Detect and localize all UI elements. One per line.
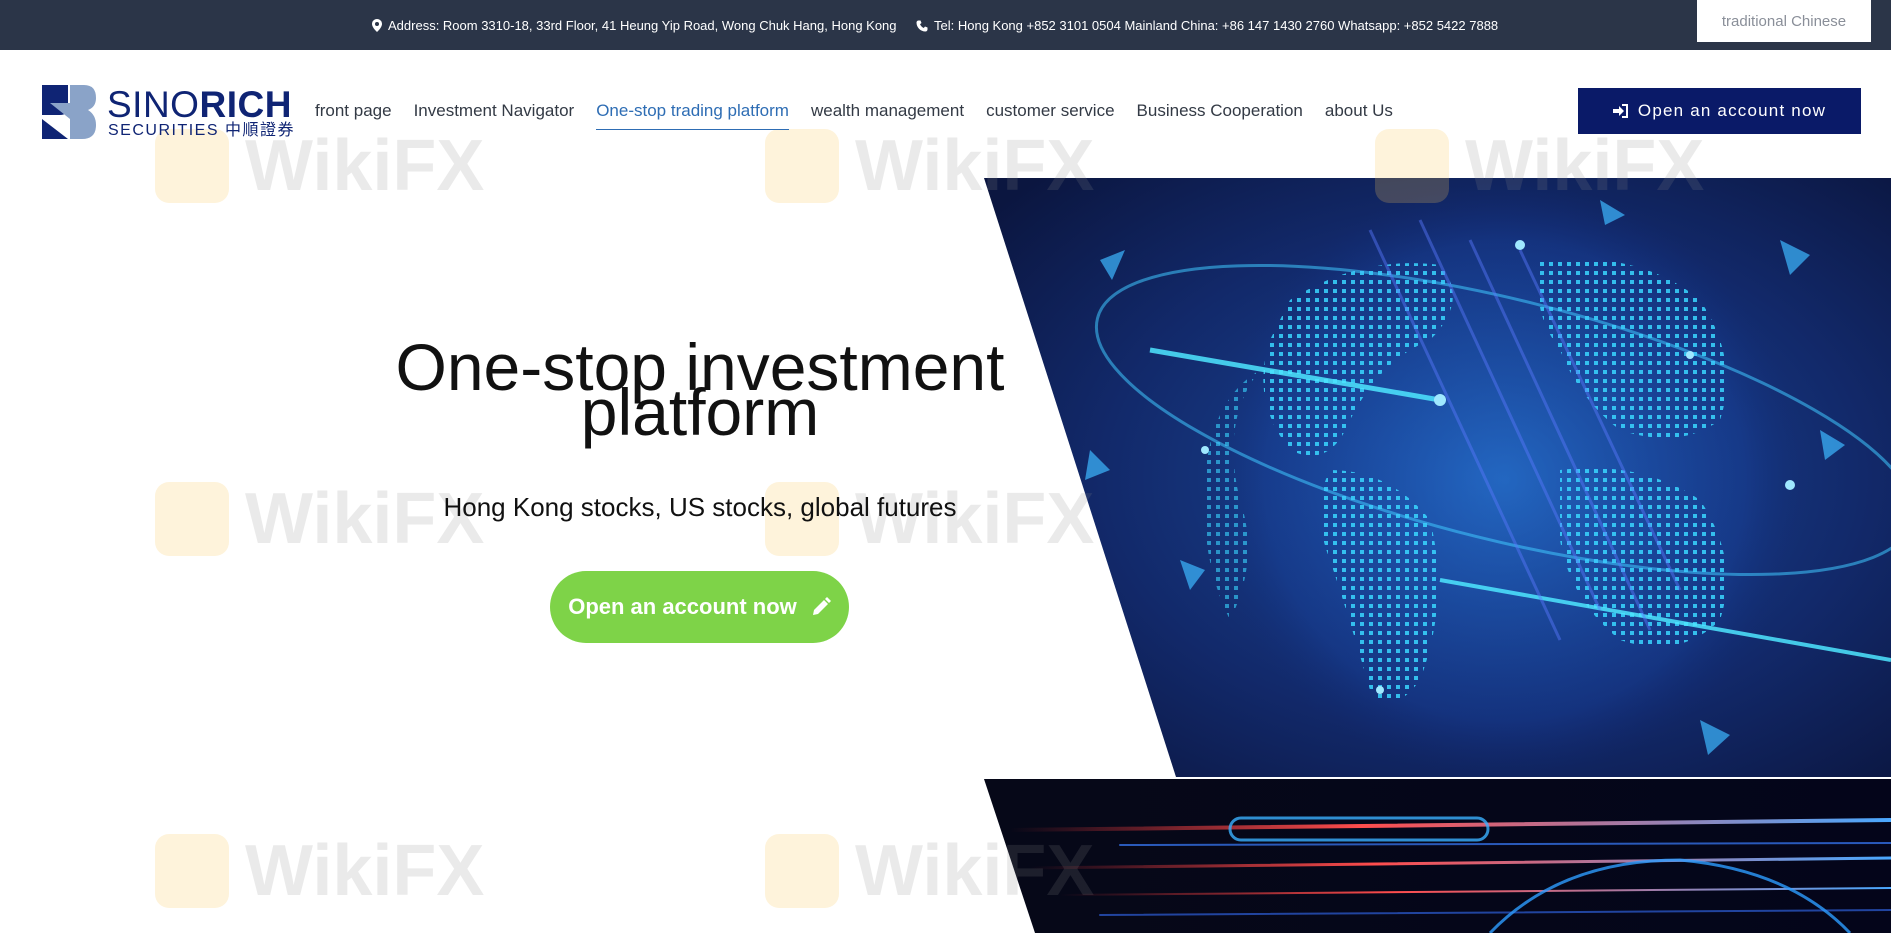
hero-subtitle: Hong Kong stocks, US stocks, global futu…: [443, 492, 957, 522]
nav-item-one-stop-trading-platform[interactable]: One-stop trading platform: [596, 101, 789, 130]
open-account-label: Open an account now: [1637, 101, 1827, 120]
watermark-seal-icon: [765, 129, 839, 203]
main-navigation: front page Investment Navigator One-stop…: [315, 101, 1393, 130]
nav-item-front-page[interactable]: front page: [315, 101, 392, 130]
nav-item-wealth-management[interactable]: wealth management: [811, 101, 964, 130]
hero-open-account-button[interactable]: Open an account now: [550, 571, 849, 643]
address-info: Address: Room 3310-18, 33rd Floor, 41 He…: [372, 18, 897, 33]
logo-brand-light: SINO: [107, 84, 200, 125]
hero-button-label: Open an account now: [568, 594, 797, 619]
watermark: WikiFX: [765, 125, 1094, 207]
watermark-seal-icon: [155, 482, 229, 556]
company-logo[interactable]: SINORICH SECURITIES 中順證券: [42, 85, 293, 140]
sign-in-icon: [1612, 104, 1628, 118]
watermark-seal-icon: [155, 834, 229, 908]
pencil-icon: [812, 597, 831, 615]
watermark-text: WikiFX: [855, 831, 1095, 911]
logo-mark-icon: [42, 85, 96, 139]
logo-brand-text: SINORICH: [107, 85, 292, 125]
watermark-seal-icon: [765, 834, 839, 908]
logo-brand-bold: RICH: [199, 84, 292, 125]
nav-item-business-cooperation[interactable]: Business Cooperation: [1137, 101, 1303, 130]
watermark-text: WikiFX: [245, 831, 485, 911]
top-info-bar: Address: Room 3310-18, 33rd Floor, 41 He…: [0, 0, 1891, 50]
address-text: Address: Room 3310-18, 33rd Floor, 41 He…: [388, 18, 897, 33]
open-account-button[interactable]: Open an account now: [1578, 88, 1861, 134]
nav-item-customer-service[interactable]: customer service: [986, 101, 1114, 130]
watermark: WikiFX: [155, 830, 484, 912]
watermark-text: WikiFX: [1465, 126, 1705, 206]
map-pin-icon: [372, 19, 382, 32]
watermark-seal-icon: [1375, 129, 1449, 203]
tel-info: Tel: Hong Kong +852 3101 0504 Mainland C…: [916, 18, 1498, 33]
tel-text: Tel: Hong Kong +852 3101 0504 Mainland C…: [934, 18, 1499, 33]
watermark: WikiFX: [1375, 125, 1704, 207]
logo-subtitle: SECURITIES 中順證券: [108, 122, 295, 139]
watermark-seal-icon: [155, 129, 229, 203]
watermark-text: WikiFX: [855, 126, 1095, 206]
nav-item-about-us[interactable]: about Us: [1325, 101, 1393, 130]
hero-title-line2: platform: [580, 374, 820, 449]
watermark: WikiFX: [765, 830, 1094, 912]
nav-item-investment-navigator[interactable]: Investment Navigator: [414, 101, 575, 130]
phone-icon: [916, 20, 928, 31]
language-switch-button[interactable]: traditional Chinese: [1697, 0, 1871, 42]
hero-title: One-stop investment platform: [330, 334, 1070, 449]
